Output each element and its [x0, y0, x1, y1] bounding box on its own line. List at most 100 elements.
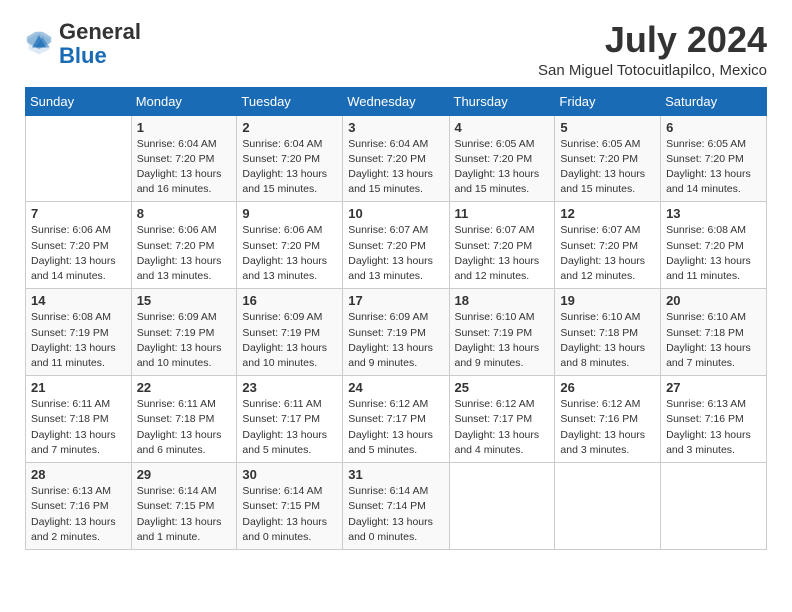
- location-text: San Miguel Totocuitlapilco, Mexico: [538, 62, 767, 79]
- day-number: 10: [348, 206, 443, 221]
- day-of-week-sunday: Sunday: [26, 87, 132, 115]
- day-info: Sunrise: 6:11 AMSunset: 7:18 PMDaylight:…: [137, 397, 232, 458]
- day-number: 19: [560, 293, 655, 308]
- day-info: Sunrise: 6:13 AMSunset: 7:16 PMDaylight:…: [31, 484, 126, 545]
- day-info: Sunrise: 6:09 AMSunset: 7:19 PMDaylight:…: [137, 310, 232, 371]
- day-info: Sunrise: 6:14 AMSunset: 7:15 PMDaylight:…: [137, 484, 232, 545]
- days-of-week-row: SundayMondayTuesdayWednesdayThursdayFrid…: [26, 87, 767, 115]
- day-info: Sunrise: 6:04 AMSunset: 7:20 PMDaylight:…: [242, 137, 337, 198]
- calendar-cell: 19 Sunrise: 6:10 AMSunset: 7:18 PMDayligh…: [555, 289, 661, 376]
- calendar-cell: 1Sunrise: 6:04 AMSunset: 7:20 PMDaylight…: [131, 115, 237, 202]
- day-info: Sunrise: 6:10 AMSunset: 7:18 PMDaylight:…: [560, 310, 655, 371]
- day-info: Sunrise: 6:10 AMSunset: 7:19 PMDaylight:…: [455, 310, 550, 371]
- day-info: Sunrise: 6:08 AMSunset: 7:19 PMDaylight:…: [31, 310, 126, 371]
- day-number: 3: [348, 120, 443, 135]
- day-number: 26: [560, 380, 655, 395]
- day-number: 4: [455, 120, 550, 135]
- day-info: Sunrise: 6:13 AMSunset: 7:16 PMDaylight:…: [666, 397, 761, 458]
- day-of-week-wednesday: Wednesday: [343, 87, 449, 115]
- calendar-cell: 12 Sunrise: 6:07 AMSunset: 7:20 PMDayligh…: [555, 202, 661, 289]
- day-number: 1: [137, 120, 232, 135]
- day-number: 16: [242, 293, 337, 308]
- day-info: Sunrise: 6:07 AMSunset: 7:20 PMDaylight:…: [455, 223, 550, 284]
- day-info: Sunrise: 6:11 AMSunset: 7:18 PMDaylight:…: [31, 397, 126, 458]
- day-info: Sunrise: 6:14 AMSunset: 7:15 PMDaylight:…: [242, 484, 337, 545]
- day-info: Sunrise: 6:11 AMSunset: 7:17 PMDaylight:…: [242, 397, 337, 458]
- day-info: Sunrise: 6:12 AMSunset: 7:17 PMDaylight:…: [455, 397, 550, 458]
- calendar-cell: 18 Sunrise: 6:10 AMSunset: 7:19 PMDayligh…: [449, 289, 555, 376]
- day-number: 21: [31, 380, 126, 395]
- calendar-cell: 9Sunrise: 6:06 AMSunset: 7:20 PMDaylight…: [237, 202, 343, 289]
- calendar-cell: 23Sunrise: 6:11 AMSunset: 7:17 PMDayligh…: [237, 376, 343, 463]
- calendar-week-5: 28 Sunrise: 6:13 AMSunset: 7:16 PMDayligh…: [26, 463, 767, 550]
- day-info: Sunrise: 6:12 AMSunset: 7:17 PMDaylight:…: [348, 397, 443, 458]
- calendar-cell: [555, 463, 661, 550]
- day-number: 27: [666, 380, 761, 395]
- calendar-cell: 28 Sunrise: 6:13 AMSunset: 7:16 PMDayligh…: [26, 463, 132, 550]
- day-number: 25: [455, 380, 550, 395]
- calendar-week-2: 7 Sunrise: 6:06 AMSunset: 7:20 PMDaylight…: [26, 202, 767, 289]
- calendar-cell: 25 Sunrise: 6:12 AMSunset: 7:17 PMDayligh…: [449, 376, 555, 463]
- day-number: 22: [137, 380, 232, 395]
- day-number: 14: [31, 293, 126, 308]
- day-of-week-tuesday: Tuesday: [237, 87, 343, 115]
- day-number: 18: [455, 293, 550, 308]
- day-info: Sunrise: 6:05 AMSunset: 7:20 PMDaylight:…: [666, 137, 761, 198]
- calendar-cell: 8Sunrise: 6:06 AMSunset: 7:20 PMDaylight…: [131, 202, 237, 289]
- day-number: 6: [666, 120, 761, 135]
- calendar-cell: 22 Sunrise: 6:11 AMSunset: 7:18 PMDayligh…: [131, 376, 237, 463]
- day-info: Sunrise: 6:09 AMSunset: 7:19 PMDaylight:…: [242, 310, 337, 371]
- day-info: Sunrise: 6:08 AMSunset: 7:20 PMDaylight:…: [666, 223, 761, 284]
- calendar-cell: 5Sunrise: 6:05 AMSunset: 7:20 PMDaylight…: [555, 115, 661, 202]
- day-number: 7: [31, 206, 126, 221]
- day-of-week-friday: Friday: [555, 87, 661, 115]
- calendar-cell: 3 Sunrise: 6:04 AMSunset: 7:20 PMDaylight…: [343, 115, 449, 202]
- calendar-cell: 27 Sunrise: 6:13 AMSunset: 7:16 PMDayligh…: [661, 376, 767, 463]
- day-number: 8: [137, 206, 232, 221]
- logo-general-text: General: [59, 19, 141, 44]
- calendar-cell: 4Sunrise: 6:05 AMSunset: 7:20 PMDaylight…: [449, 115, 555, 202]
- page-header: General Blue July 2024 San Miguel Totocu…: [25, 20, 767, 79]
- calendar-cell: 13Sunrise: 6:08 AMSunset: 7:20 PMDayligh…: [661, 202, 767, 289]
- logo-blue-text: Blue: [59, 43, 107, 68]
- day-info: Sunrise: 6:04 AMSunset: 7:20 PMDaylight:…: [348, 137, 443, 198]
- calendar-body: 1 Sunrise: 6:04 AMSunset: 7:20 PMDaylight…: [26, 115, 767, 549]
- day-info: Sunrise: 6:06 AMSunset: 7:20 PMDaylight:…: [31, 223, 126, 284]
- day-number: 11: [455, 206, 550, 221]
- calendar-cell: 29 Sunrise: 6:14 AMSunset: 7:15 PMDayligh…: [131, 463, 237, 550]
- calendar-cell: 26 Sunrise: 6:12 AMSunset: 7:16 PMDayligh…: [555, 376, 661, 463]
- calendar-week-3: 14 Sunrise: 6:08 AMSunset: 7:19 PMDayligh…: [26, 289, 767, 376]
- calendar-cell: 15 Sunrise: 6:09 AMSunset: 7:19 PMDayligh…: [131, 289, 237, 376]
- calendar-cell: [26, 115, 132, 202]
- calendar-cell: 16 Sunrise: 6:09 AMSunset: 7:19 PMDayligh…: [237, 289, 343, 376]
- day-number: 24: [348, 380, 443, 395]
- logo-text: General Blue: [59, 20, 141, 68]
- day-info: Sunrise: 6:12 AMSunset: 7:16 PMDaylight:…: [560, 397, 655, 458]
- day-number: 5: [560, 120, 655, 135]
- calendar-cell: 24 Sunrise: 6:12 AMSunset: 7:17 PMDayligh…: [343, 376, 449, 463]
- calendar-cell: 11 Sunrise: 6:07 AMSunset: 7:20 PMDayligh…: [449, 202, 555, 289]
- calendar-cell: [449, 463, 555, 550]
- calendar-header: SundayMondayTuesdayWednesdayThursdayFrid…: [26, 87, 767, 115]
- day-info: Sunrise: 6:09 AMSunset: 7:19 PMDaylight:…: [348, 310, 443, 371]
- day-number: 17: [348, 293, 443, 308]
- calendar-cell: 31Sunrise: 6:14 AMSunset: 7:14 PMDayligh…: [343, 463, 449, 550]
- day-info: Sunrise: 6:07 AMSunset: 7:20 PMDaylight:…: [560, 223, 655, 284]
- day-of-week-saturday: Saturday: [661, 87, 767, 115]
- calendar-cell: 30Sunrise: 6:14 AMSunset: 7:15 PMDayligh…: [237, 463, 343, 550]
- calendar-cell: 10Sunrise: 6:07 AMSunset: 7:20 PMDayligh…: [343, 202, 449, 289]
- day-number: 28: [31, 467, 126, 482]
- day-number: 29: [137, 467, 232, 482]
- calendar-cell: 20 Sunrise: 6:10 AMSunset: 7:18 PMDayligh…: [661, 289, 767, 376]
- day-info: Sunrise: 6:14 AMSunset: 7:14 PMDaylight:…: [348, 484, 443, 545]
- day-of-week-monday: Monday: [131, 87, 237, 115]
- day-info: Sunrise: 6:10 AMSunset: 7:18 PMDaylight:…: [666, 310, 761, 371]
- logo-icon: [25, 30, 53, 58]
- day-number: 15: [137, 293, 232, 308]
- month-title: July 2024: [538, 20, 767, 60]
- calendar-cell: 7 Sunrise: 6:06 AMSunset: 7:20 PMDaylight…: [26, 202, 132, 289]
- calendar-week-1: 1 Sunrise: 6:04 AMSunset: 7:20 PMDaylight…: [26, 115, 767, 202]
- calendar-week-4: 21 Sunrise: 6:11 AMSunset: 7:18 PMDayligh…: [26, 376, 767, 463]
- day-number: 12: [560, 206, 655, 221]
- day-number: 20: [666, 293, 761, 308]
